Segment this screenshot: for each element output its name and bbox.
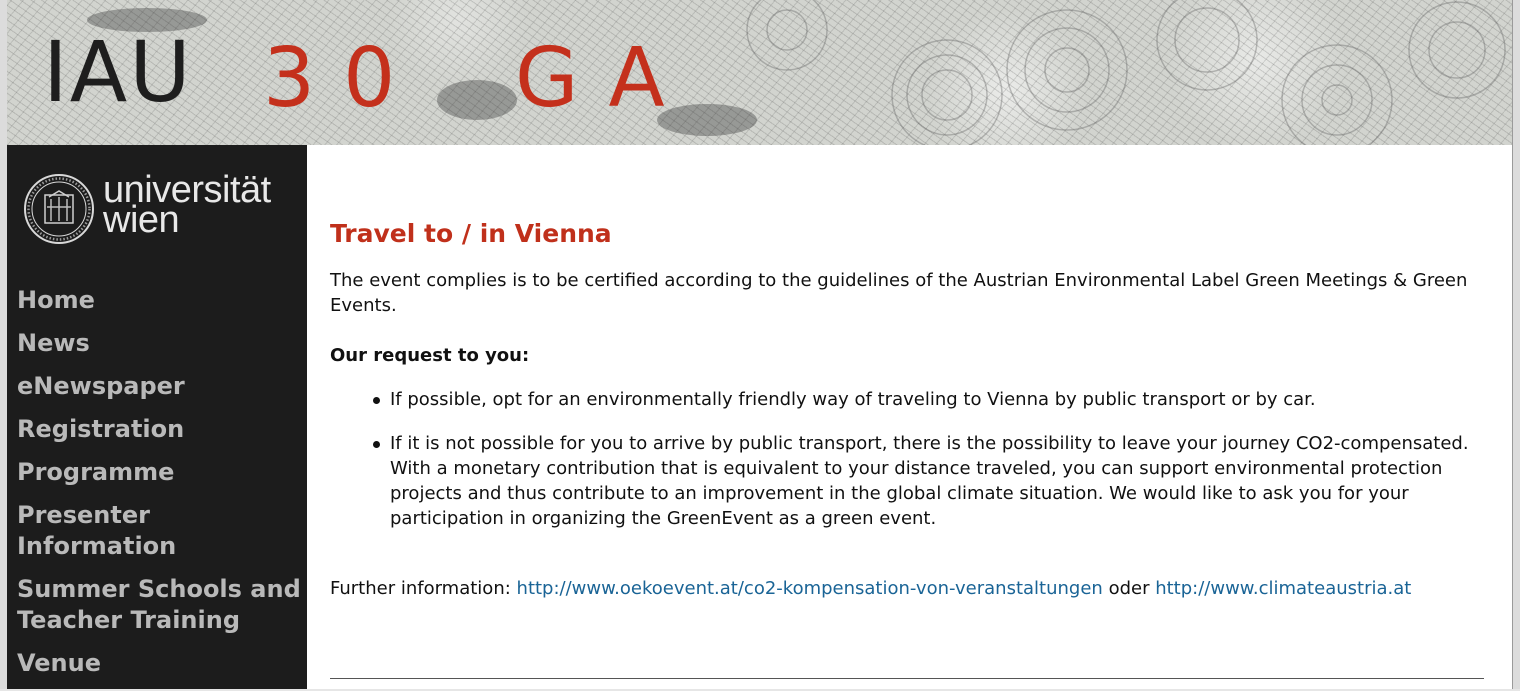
nav-item-registration[interactable]: Registration [17,414,307,457]
window-scrollbar[interactable] [1512,0,1520,689]
nav-item-enewspaper[interactable]: eNewspaper [17,371,307,414]
list-item-text: If possible, opt for an environmentally … [390,389,1316,410]
university-wordmark: universität wien [103,171,271,239]
divider [330,678,1484,679]
nav-item-summer-schools[interactable]: Summer Schools and Teacher Training [17,574,307,648]
university-seal-icon [24,174,94,244]
intro-paragraph: The event complies is to be certified ac… [330,270,1468,316]
university-logo[interactable]: universität wien [23,171,303,249]
further-information: Further information: http://www.oekoeven… [330,576,1490,601]
nav-item-presenter-information[interactable]: Presenter Information [17,500,307,574]
request-list: If possible, opt for an environmentally … [330,387,1470,531]
main-content: Travel to / in Vienna The event complies… [307,145,1512,689]
main-navigation: Home News eNewspaper Registration Progra… [17,285,307,691]
further-label: Further information: [330,578,511,599]
nav-item-news[interactable]: News [17,328,307,371]
climateaustria-link[interactable]: http://www.climateaustria.at [1155,578,1411,599]
list-item-text: If it is not possible for you to arrive … [390,433,1469,529]
bullet-icon [373,397,380,404]
site-banner: IAU 30 GA [7,0,1512,145]
nav-item-programme[interactable]: Programme [17,457,307,500]
connector-text: oder [1108,578,1150,599]
nav-item-venue[interactable]: Venue [17,648,307,691]
nav-item-home[interactable]: Home [17,285,307,328]
request-heading: Our request to you: [330,345,530,366]
window-left-edge [0,0,7,689]
oekoevent-link[interactable]: http://www.oekoevent.at/co2-kompensation… [517,578,1103,599]
banner-artwork [87,0,1506,145]
list-item: If possible, opt for an environmentally … [330,387,1470,412]
sidebar: universität wien Home News eNewspaper Re… [7,145,307,689]
bullet-icon [373,441,380,448]
page-title: Travel to / in Vienna [330,219,612,248]
banner-title-number: 30 [263,31,424,126]
list-item: If it is not possible for you to arrive … [330,431,1470,531]
banner-title-ga: GA [515,31,695,126]
banner-title-iau: IAU [43,23,193,121]
